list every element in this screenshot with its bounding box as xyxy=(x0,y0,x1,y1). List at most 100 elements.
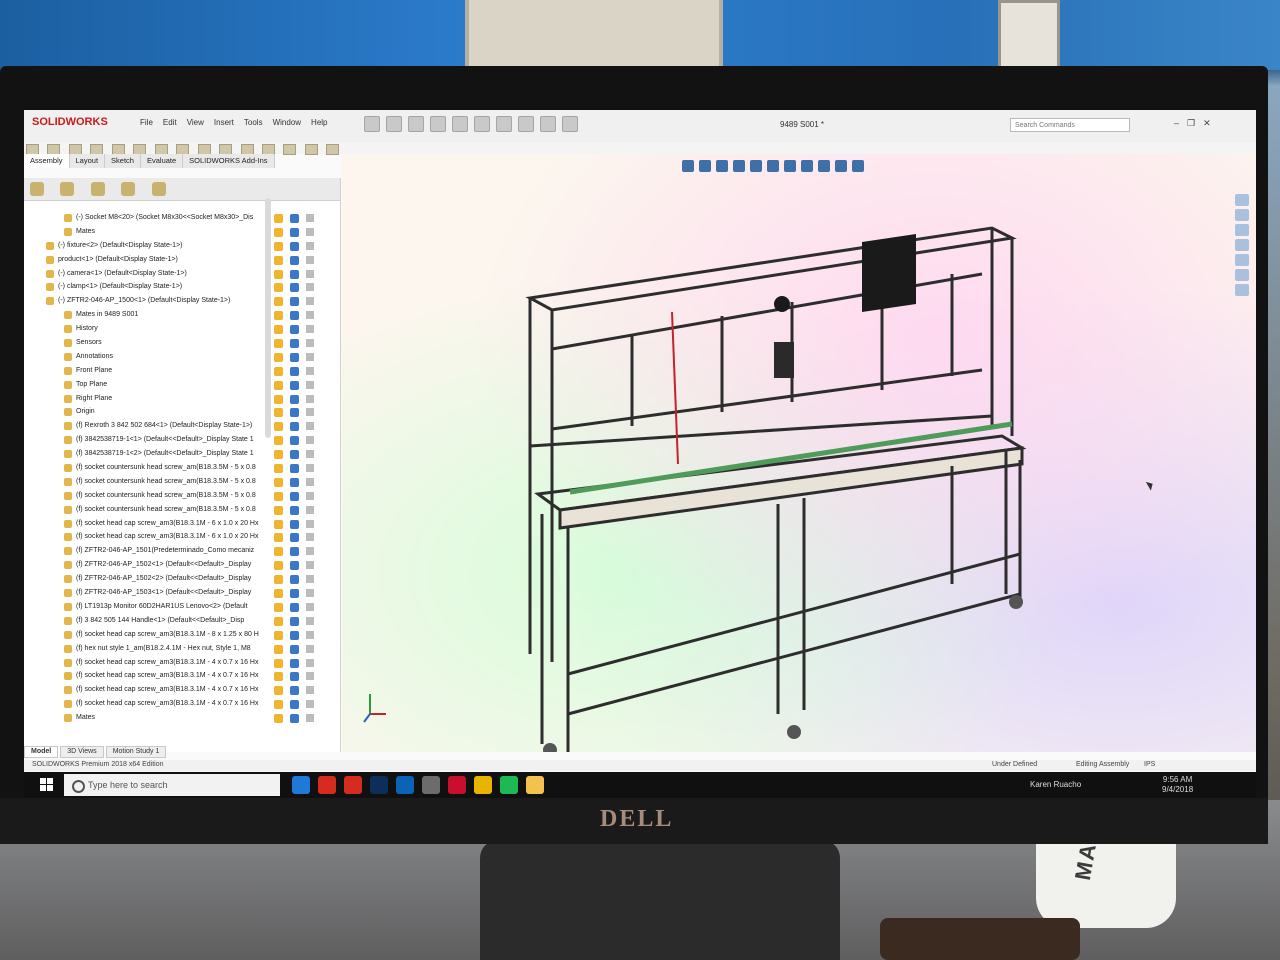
visibility-icon[interactable] xyxy=(306,658,314,667)
tree-item[interactable]: (f) ZFTR2-046-AP_1502<2> (Default<<Defau… xyxy=(24,573,340,587)
appearance-icon[interactable] xyxy=(274,589,283,599)
save-icon[interactable] xyxy=(430,116,446,132)
appearance-icon[interactable] xyxy=(290,422,299,432)
appearance-icon[interactable] xyxy=(290,658,299,668)
visibility-icon[interactable] xyxy=(306,561,314,570)
appearances-icon[interactable] xyxy=(1235,254,1249,266)
workstation-frame-model[interactable] xyxy=(342,154,1256,752)
appearance-icon[interactable] xyxy=(290,269,299,279)
appearance-icon[interactable] xyxy=(290,214,299,223)
restore-button[interactable]: ❐ xyxy=(1187,118,1195,129)
menu-help[interactable]: Help xyxy=(311,118,327,127)
appearance-icon[interactable] xyxy=(274,366,283,376)
tree-item[interactable]: (f) LT1913p Monitor 60D2HAR1US Lenovo<2>… xyxy=(24,601,340,615)
appearance-icon[interactable] xyxy=(290,255,299,265)
tab-assembly[interactable]: Assembly xyxy=(24,154,70,168)
tree-item[interactable]: Front Plane xyxy=(24,365,340,379)
windows-start-icon[interactable] xyxy=(40,778,54,792)
appearance-icon[interactable] xyxy=(274,714,283,724)
appearance-icon[interactable] xyxy=(290,325,299,335)
chrome-icon[interactable] xyxy=(474,776,492,794)
tree-item[interactable]: (f) socket head cap screw_am3(B18.3.1M -… xyxy=(24,629,340,643)
taskbar-user[interactable]: Karen Ruacho xyxy=(1030,780,1081,789)
appearance-icon[interactable] xyxy=(290,366,299,376)
store-icon[interactable] xyxy=(422,776,440,794)
appearance-icon[interactable] xyxy=(290,589,299,599)
appearance-icon[interactable] xyxy=(290,311,299,321)
tree-item[interactable]: (f) socket countersunk head screw_am(B18… xyxy=(24,490,340,504)
visibility-icon[interactable] xyxy=(306,630,314,639)
appearance-icon[interactable] xyxy=(290,491,299,501)
visibility-icon[interactable] xyxy=(306,227,314,236)
appearance-icon[interactable] xyxy=(290,561,299,571)
tree-item[interactable]: (f) 3842538719-1<2> (Default<<Default>_D… xyxy=(24,448,340,462)
file-explorer-icon[interactable] xyxy=(526,776,544,794)
tree-item[interactable]: Origin xyxy=(24,406,340,420)
take-snapshot-icon[interactable] xyxy=(304,144,318,155)
appearance-icon[interactable] xyxy=(290,436,299,446)
visibility-icon[interactable] xyxy=(306,575,314,584)
tree-item[interactable]: (f) socket countersunk head screw_am(B18… xyxy=(24,462,340,476)
tab-sketch[interactable]: Sketch xyxy=(105,154,141,168)
appearance-icon[interactable] xyxy=(274,630,283,640)
menu-window[interactable]: Window xyxy=(273,118,301,127)
update-speedpak-icon[interactable] xyxy=(283,144,297,155)
visibility-icon[interactable] xyxy=(306,366,314,375)
appearance-icon[interactable] xyxy=(274,408,283,418)
visibility-icon[interactable] xyxy=(306,464,314,473)
visibility-icon[interactable] xyxy=(306,297,314,306)
appearance-icon[interactable] xyxy=(274,241,283,251)
search-commands-input[interactable]: Search Commands xyxy=(1010,118,1130,132)
print-icon[interactable] xyxy=(452,116,468,132)
visibility-icon[interactable] xyxy=(306,394,314,403)
tree-item[interactable]: (f) socket head cap screw_am3(B18.3.1M -… xyxy=(24,518,340,532)
visibility-icon[interactable] xyxy=(306,283,314,292)
photoshop-icon[interactable] xyxy=(370,776,388,794)
visibility-icon[interactable] xyxy=(306,380,314,389)
close-button[interactable]: ✕ xyxy=(1203,118,1211,129)
appearance-icon[interactable] xyxy=(290,686,299,696)
appearance-icon[interactable] xyxy=(274,436,283,446)
tree-item[interactable]: (f) socket countersunk head screw_am(B18… xyxy=(24,476,340,490)
tree-item[interactable]: (-) fixture<2> (Default<Display State-1>… xyxy=(24,240,340,254)
visibility-icon[interactable] xyxy=(306,311,314,320)
tab-3d-views[interactable]: 3D Views xyxy=(60,746,104,758)
appearance-icon[interactable] xyxy=(274,644,283,654)
tree-item[interactable]: Annotations xyxy=(24,351,340,365)
appearance-icon[interactable] xyxy=(274,616,283,626)
appearance-icon[interactable] xyxy=(274,450,283,460)
graphics-viewport[interactable] xyxy=(342,154,1256,752)
visibility-icon[interactable] xyxy=(306,533,314,542)
appearance-icon[interactable] xyxy=(290,519,299,529)
visibility-icon[interactable] xyxy=(306,686,314,695)
solidworks-forum-icon[interactable] xyxy=(1235,284,1249,296)
tree-item[interactable]: Top Plane xyxy=(24,379,340,393)
visibility-icon[interactable] xyxy=(306,436,314,445)
tree-scrollbar[interactable] xyxy=(265,198,271,438)
configuration-manager-icon[interactable] xyxy=(90,182,105,196)
tree-item[interactable]: Mates xyxy=(24,712,340,726)
appearance-icon[interactable] xyxy=(274,380,283,390)
visibility-icon[interactable] xyxy=(306,214,314,222)
undo-icon[interactable] xyxy=(474,116,490,132)
appearance-icon[interactable] xyxy=(274,477,283,487)
appearance-icon[interactable] xyxy=(290,602,299,612)
appearance-icon[interactable] xyxy=(290,283,299,293)
appearance-icon[interactable] xyxy=(290,700,299,710)
design-library-icon[interactable] xyxy=(1235,209,1249,221)
visibility-icon[interactable] xyxy=(306,339,314,348)
menu-insert[interactable]: Insert xyxy=(214,118,234,127)
tree-item[interactable]: (-) camera<1> (Default<Display State-1>) xyxy=(24,268,340,282)
tree-item[interactable]: Right Plane xyxy=(24,393,340,407)
tree-item[interactable]: (-) ZFTR2-046-AP_1500<1> (Default<Displa… xyxy=(24,295,340,309)
tree-item[interactable]: (f) socket head cap screw_am3(B18.3.1M -… xyxy=(24,670,340,684)
minimize-button[interactable]: – xyxy=(1174,118,1179,129)
appearance-icon[interactable] xyxy=(274,394,283,404)
camera-part[interactable] xyxy=(774,296,790,312)
tree-item[interactable]: (f) ZFTR2-046-AP_1501(Predeterminado_Com… xyxy=(24,545,340,559)
appearance-icon[interactable] xyxy=(290,505,299,515)
tree-item[interactable]: (f) socket head cap screw_am3(B18.3.1M -… xyxy=(24,698,340,712)
appearance-icon[interactable] xyxy=(274,700,283,710)
appearance-icon[interactable] xyxy=(290,672,299,682)
appearance-icon[interactable] xyxy=(274,547,283,557)
